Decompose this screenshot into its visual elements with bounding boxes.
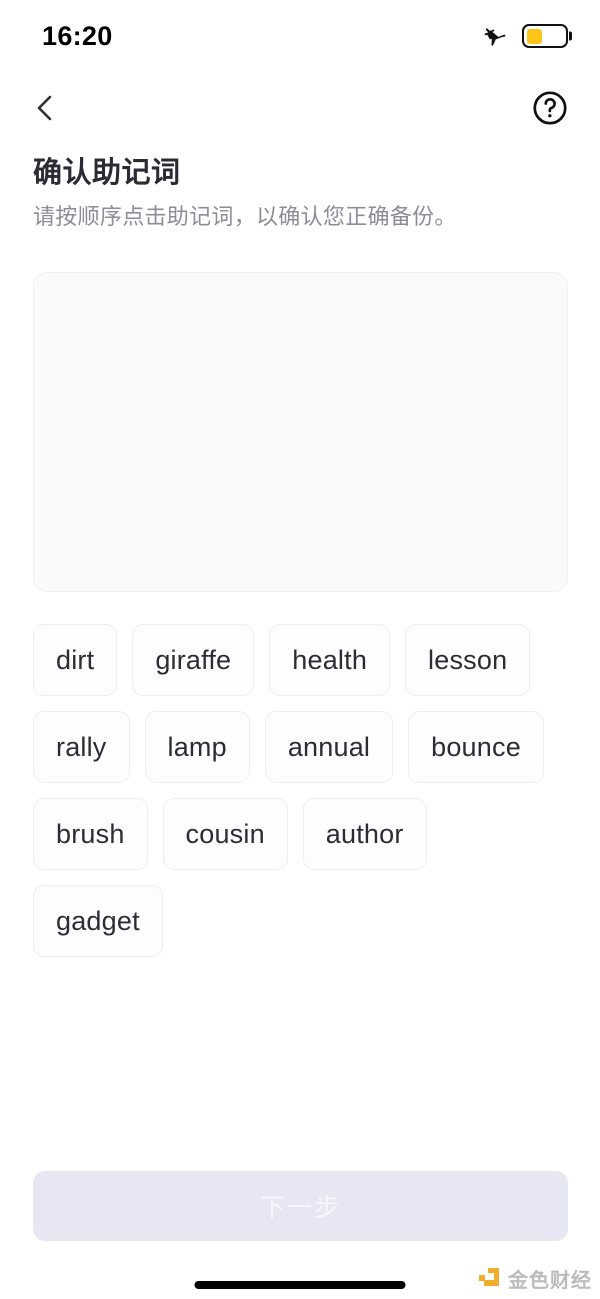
jinse-logo-icon: [479, 1267, 499, 1286]
word-chip[interactable]: lamp: [144, 711, 250, 783]
word-chip[interactable]: brush: [33, 798, 148, 870]
word-chip[interactable]: dirt: [33, 624, 118, 696]
next-button[interactable]: 下一步: [33, 1171, 568, 1241]
word-chip[interactable]: cousin: [162, 798, 288, 870]
battery-icon: [522, 24, 568, 48]
word-chip[interactable]: rally: [33, 711, 130, 783]
airplane-mode-icon: [484, 28, 506, 46]
selected-words-area[interactable]: [33, 272, 568, 592]
word-chip[interactable]: health: [269, 624, 391, 696]
word-chip[interactable]: bounce: [408, 711, 544, 783]
watermark: 金色财经: [476, 1264, 592, 1293]
heading-block: 确认助记词 请按顺序点击助记词，以确认您正确备份。: [33, 157, 567, 232]
status-bar: 16:20: [0, 0, 600, 72]
app-screen: 16:20 确认助记词 请按顺序点击助记词，以确认您正确备份。 dirt gir…: [0, 0, 600, 1299]
status-bar-indicators: [482, 23, 568, 49]
question-mark-circle-icon: [533, 91, 567, 125]
status-bar-time: 16:20: [42, 20, 113, 51]
home-indicator: [194, 1281, 406, 1289]
word-chip[interactable]: lesson: [405, 624, 531, 696]
page-subtitle: 请按顺序点击助记词，以确认您正确备份。: [33, 204, 457, 230]
word-chip[interactable]: giraffe: [132, 624, 255, 696]
page-title: 确认助记词: [33, 157, 181, 189]
navigation-bar: [0, 72, 600, 144]
word-chip[interactable]: gadget: [33, 885, 163, 957]
back-button[interactable]: [22, 85, 68, 131]
watermark-text: 金色财经: [508, 1270, 592, 1292]
help-button[interactable]: [528, 86, 572, 130]
word-pool: dirt giraffe health lesson rally lamp annual bo…: [33, 624, 568, 957]
word-chip[interactable]: author: [302, 798, 427, 870]
word-chip[interactable]: annual: [264, 711, 394, 783]
chevron-left-icon: [37, 95, 52, 121]
